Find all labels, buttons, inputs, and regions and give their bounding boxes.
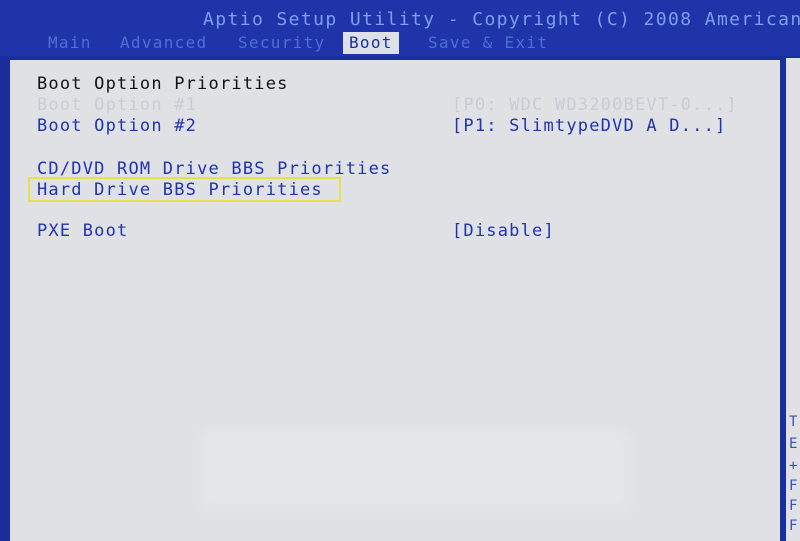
help-key-glyph: E [789,436,798,452]
boot-priorities-heading: Boot Option Priorities [37,74,289,94]
help-key-glyph: F [789,498,798,514]
help-key-glyph: F [789,478,798,494]
boot-option-1-label[interactable]: Boot Option #1 [37,95,197,115]
window-title: Aptio Setup Utility - Copyright (C) 2008… [203,9,800,30]
tab-save-exit[interactable]: Save & Exit [428,32,548,54]
help-key-glyph: T [789,414,798,430]
screen-glare [200,430,630,510]
tab-boot[interactable]: Boot [343,32,399,54]
tab-main[interactable]: Main [48,32,92,54]
boot-option-2-label[interactable]: Boot Option #2 [37,116,197,136]
hard-drive-bbs-priorities[interactable]: Hard Drive BBS Priorities [37,180,323,200]
pxe-boot-label[interactable]: PXE Boot [37,221,128,241]
boot-option-2-value[interactable]: [P1: SlimtypeDVD A D...] [452,116,726,136]
cdrom-bbs-priorities[interactable]: CD/DVD ROM Drive BBS Priorities [37,159,391,179]
pxe-boot-value[interactable]: [Disable] [452,221,555,241]
tab-security[interactable]: Security [238,32,325,54]
help-key-glyph: + [789,458,798,474]
help-key-glyph: F [789,518,798,534]
boot-option-1-value[interactable]: [P0: WDC WD3200BEVT-0...] [452,95,738,115]
tab-advanced[interactable]: Advanced [120,32,207,54]
